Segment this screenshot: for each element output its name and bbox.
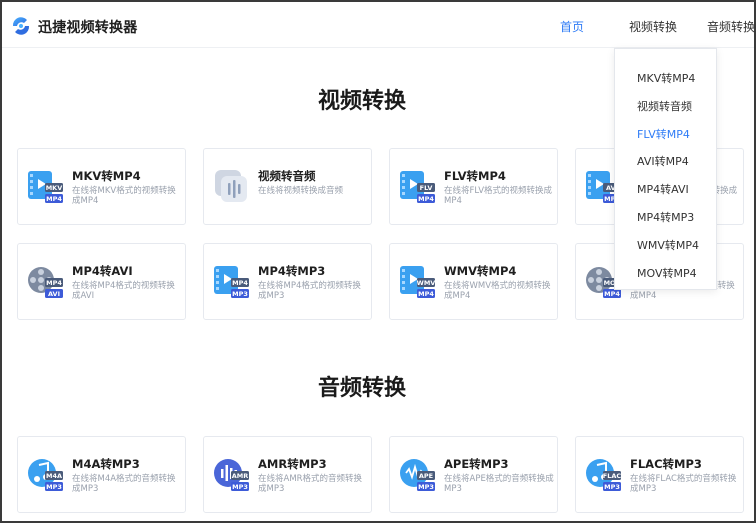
svg-text:MP3: MP3: [418, 483, 434, 491]
card-description: 在线将视频转换成音频: [258, 186, 344, 196]
dropdown-item[interactable]: WMV转MP4: [637, 237, 699, 253]
card-description: 在线将WMV格式的视频转换成MP4: [444, 281, 551, 301]
svg-text:MP3: MP3: [604, 483, 620, 491]
card-title: AMR转MP3: [258, 457, 327, 471]
dropdown-item[interactable]: MP4转MP3: [637, 209, 694, 225]
svg-text:MP4: MP4: [232, 279, 248, 287]
logo-icon[interactable]: [10, 15, 32, 37]
card-title: MP4转AVI: [72, 264, 133, 278]
waveform-icon: APE MP3: [398, 455, 436, 493]
dropdown-item[interactable]: MP4转AVI: [637, 181, 689, 197]
audio-section-title: 音频转换: [317, 376, 406, 401]
svg-text:MP4: MP4: [46, 195, 62, 203]
dropdown-item[interactable]: FLV转MP4: [637, 126, 690, 142]
card-description: 在线将FLAC格式的音频转换成MP3: [630, 474, 737, 494]
card-title: MKV转MP4: [72, 169, 141, 183]
card-title: FLAC转MP3: [630, 457, 702, 471]
svg-text:FLV: FLV: [420, 184, 433, 192]
svg-text:WMV: WMV: [417, 279, 436, 287]
card-title: MP4转MP3: [258, 264, 326, 278]
card-description: 在线将FLV格式的视频转换成MP4: [444, 186, 553, 206]
converter-card[interactable]: 视频转音频在线将视频转换成音频: [203, 148, 372, 225]
converter-card[interactable]: MP4 AVI MP4转AVI 在线将MP4格式的视频转换成AVI: [17, 243, 186, 320]
reel-icon: MP4 AVI: [26, 262, 64, 300]
card-description: 在线将APE格式的音频转换成MP3: [444, 474, 554, 494]
film-icon: MP4 MP3: [212, 262, 250, 300]
film-icon: WMV MP4: [398, 262, 436, 300]
nav-video-convert[interactable]: 视频转换: [629, 18, 677, 35]
dropdown-item[interactable]: MKV转MP4: [637, 70, 695, 86]
card-title: FLV转MP4: [444, 169, 506, 183]
nav-home[interactable]: 首页: [560, 18, 584, 35]
svg-text:MP3: MP3: [46, 483, 62, 491]
film-icon: FLV MP4: [398, 167, 436, 205]
svg-text:MP3: MP3: [232, 290, 248, 298]
card-title: M4A转MP3: [72, 457, 140, 471]
card-description: 在线将MP4格式的视频转换成MP3: [258, 281, 361, 301]
dropdown-item[interactable]: 视频转音频: [637, 98, 692, 114]
svg-text:AMR: AMR: [232, 472, 249, 480]
film-icon: MKV MP4: [26, 167, 64, 205]
video-convert-dropdown: MKV转MP4 视频转音频 FLV转MP4 AVI转MP4 MP4转AVI MP4转MP3…: [614, 48, 717, 290]
music-note-icon: FLAC MP3: [584, 455, 622, 493]
svg-text:MKV: MKV: [46, 184, 63, 192]
card-title: APE转MP3: [444, 457, 509, 471]
card-description: 在线将M4A格式的音频转换成MP3: [72, 474, 176, 494]
converter-card[interactable]: FLV MP4 FLV转MP4 在线将FLV格式的视频转换成MP4: [389, 148, 558, 225]
converter-card[interactable]: FLAC MP3 FLAC转MP3 在线将FLAC格式的音频转换成MP3: [575, 436, 744, 513]
svg-text:MP4: MP4: [46, 279, 62, 287]
top-nav-bar: 迅捷视频转换器 首页 视频转换 音频转换: [2, 2, 754, 48]
page-frame: 迅捷视频转换器 首页 视频转换 音频转换 视频转换 MKV MP4 MKV转MP4 在…: [0, 0, 756, 523]
converter-card[interactable]: MKV MP4 MKV转MP4 在线将MKV格式的视频转换成MP4: [17, 148, 186, 225]
card-title: WMV转MP4: [444, 264, 517, 278]
converter-card[interactable]: M4A MP3 M4A转MP3 在线将M4A格式的音频转换成MP3: [17, 436, 186, 513]
dropdown-item[interactable]: AVI转MP4: [637, 153, 689, 169]
svg-text:APE: APE: [419, 472, 433, 480]
svg-text:MP3: MP3: [232, 483, 248, 491]
music-note-icon: M4A MP3: [26, 455, 64, 493]
svg-text:MP4: MP4: [418, 195, 434, 203]
equalizer-icon: AMR MP3: [212, 455, 250, 493]
svg-text:M4A: M4A: [46, 472, 62, 480]
waveform-icon: [212, 167, 250, 205]
card-description: 在线将MP4格式的视频转换成AVI: [72, 281, 175, 301]
converter-card[interactable]: AMR MP3 AMR转MP3 在线将AMR格式的音频转换成MP3: [203, 436, 372, 513]
card-description: 在线将AMR格式的音频转换成MP3: [258, 474, 363, 494]
dropdown-item[interactable]: MOV转MP4: [637, 265, 697, 281]
converter-card[interactable]: MP4 MP3 MP4转MP3 在线将MP4格式的视频转换成MP3: [203, 243, 372, 320]
nav-audio-convert[interactable]: 音频转换: [707, 18, 754, 35]
svg-text:FLAC: FLAC: [603, 472, 622, 480]
card-description: 在线将MKV格式的视频转换成MP4: [72, 186, 176, 206]
card-title: 视频转音频: [258, 169, 316, 183]
brand-name[interactable]: 迅捷视频转换器: [38, 17, 137, 37]
svg-text:AVI: AVI: [48, 290, 60, 298]
converter-card[interactable]: APE MP3 APE转MP3 在线将APE格式的音频转换成MP3: [389, 436, 558, 513]
converter-card[interactable]: WMV MP4 WMV转MP4 在线将WMV格式的视频转换成MP4: [389, 243, 558, 320]
svg-text:MP4: MP4: [604, 290, 620, 298]
svg-text:MP4: MP4: [418, 290, 434, 298]
